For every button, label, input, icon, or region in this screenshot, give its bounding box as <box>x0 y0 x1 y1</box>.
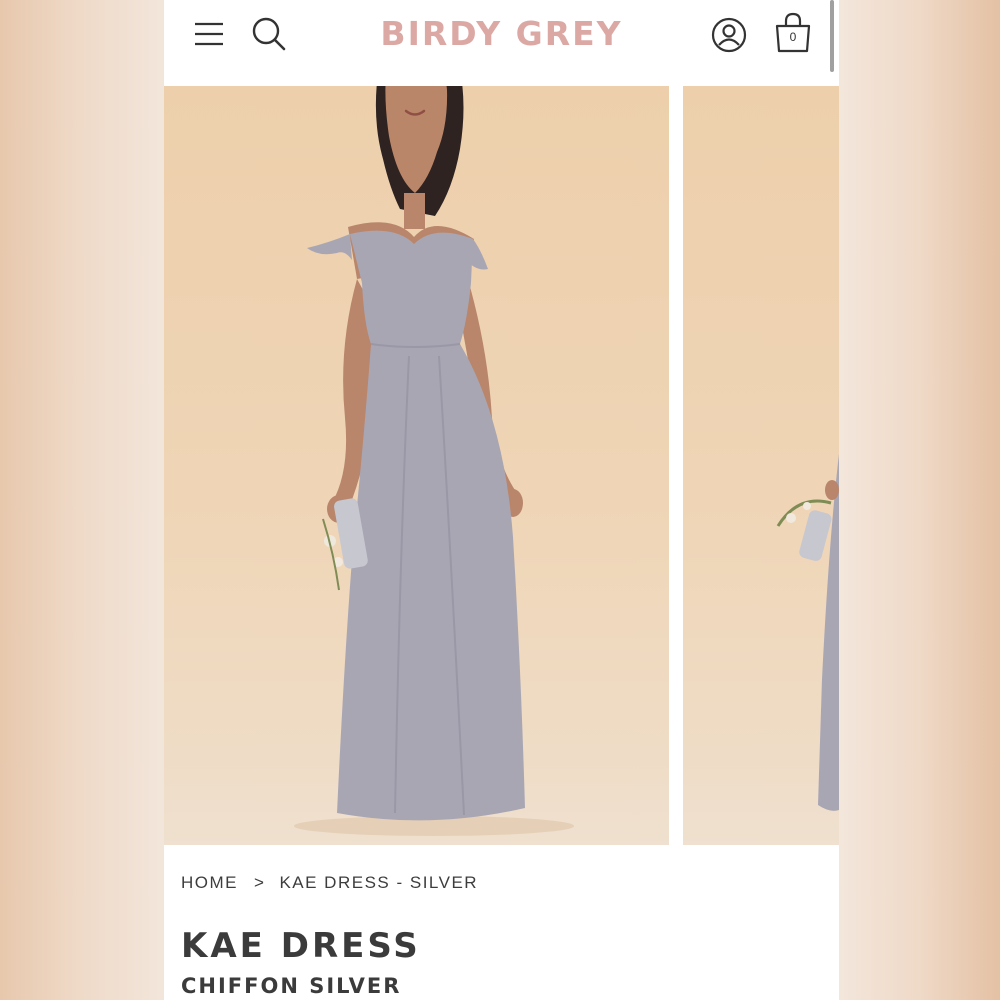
breadcrumb-current: KAE DRESS - SILVER <box>279 873 479 892</box>
mobile-page: BIRDY GREY 0 HOME > KAE DRESS - SILVER K… <box>164 0 839 1000</box>
product-color: CHIFFON SILVER <box>181 974 402 998</box>
product-title: KAE DRESS <box>181 926 421 966</box>
breadcrumb: HOME > KAE DRESS - SILVER <box>181 873 478 893</box>
product-image-gallery[interactable] <box>164 86 839 845</box>
brand-logo[interactable]: BIRDY GREY <box>364 14 639 53</box>
cart-count: 0 <box>789 30 797 44</box>
shopping-bag-icon[interactable]: 0 <box>774 12 812 54</box>
product-image-side[interactable] <box>683 86 839 845</box>
model-photo <box>294 86 574 836</box>
account-icon[interactable] <box>711 17 747 58</box>
site-header: BIRDY GREY 0 <box>164 0 839 86</box>
product-image-front[interactable] <box>164 86 669 845</box>
search-icon[interactable] <box>251 16 287 57</box>
model-photo-side <box>776 454 839 811</box>
breadcrumb-separator: > <box>254 873 266 892</box>
scrollbar[interactable] <box>830 0 834 72</box>
breadcrumb-home[interactable]: HOME <box>181 873 238 893</box>
hamburger-menu-icon[interactable] <box>194 21 224 52</box>
